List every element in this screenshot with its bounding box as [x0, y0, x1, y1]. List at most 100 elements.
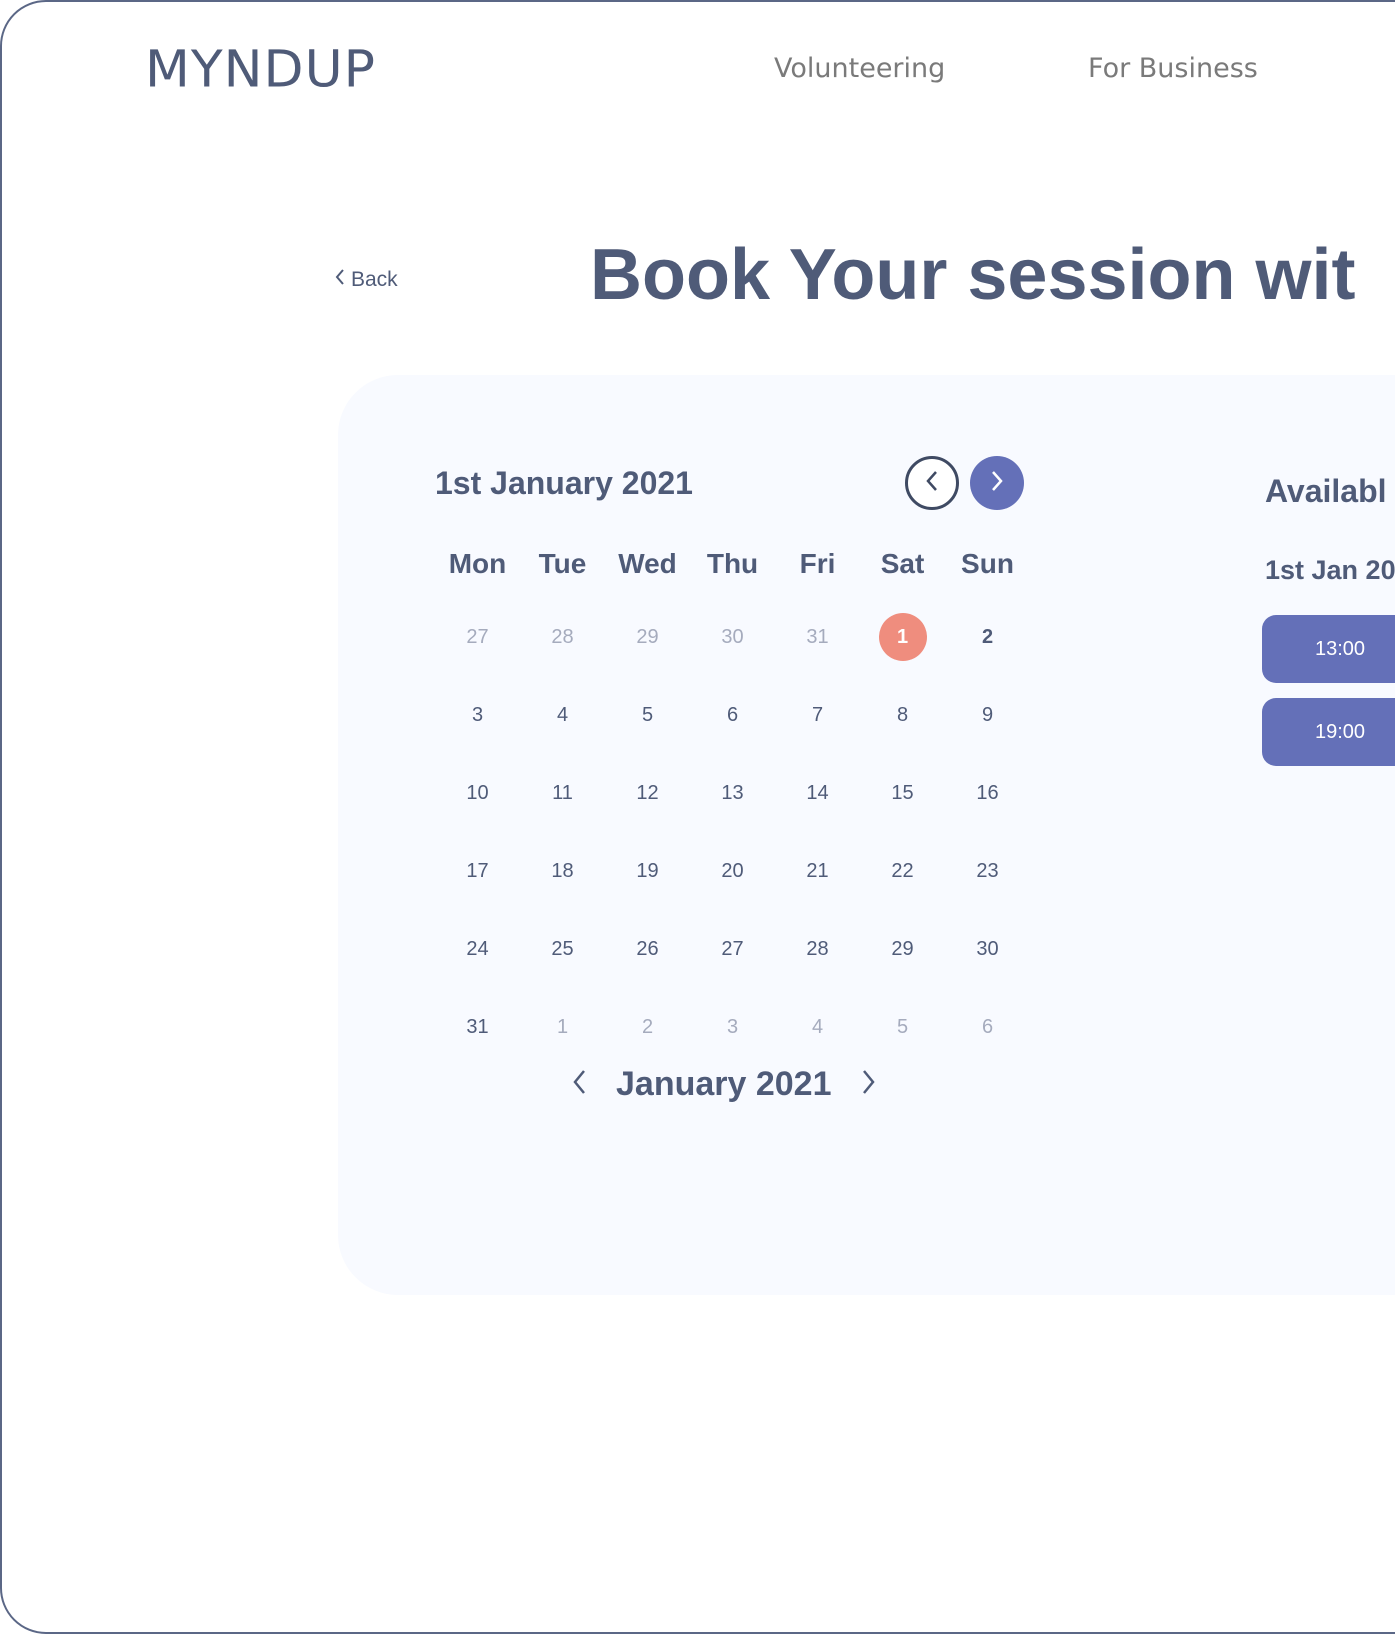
calendar-day[interactable]: 10 — [435, 754, 520, 832]
day-number: 27 — [721, 937, 744, 960]
weekday-label: Wed — [618, 548, 677, 579]
booking-panel: 1st January 2021 Mon Tue Wed Thu Fri Sat… — [338, 375, 1395, 1295]
calendar-day[interactable]: 24 — [435, 910, 520, 988]
calendar-week-row: 3 4 5 6 7 8 9 — [435, 676, 1030, 754]
calendar-day[interactable]: 4 — [520, 676, 605, 754]
calendar-day[interactable]: 12 — [605, 754, 690, 832]
calendar-day[interactable]: 14 — [775, 754, 860, 832]
calendar-day-outside-month[interactable]: 29 — [605, 598, 690, 676]
logo[interactable]: MYNDUP — [145, 41, 376, 100]
day-number: 11 — [552, 781, 573, 804]
calendar-day[interactable]: 27 — [690, 910, 775, 988]
calendar-day-outside-month[interactable]: 30 — [690, 598, 775, 676]
calendar-day[interactable]: 21 — [775, 832, 860, 910]
day-number: 20 — [721, 859, 744, 882]
calendar-day-outside-month[interactable]: 2 — [605, 988, 690, 1066]
day-number: 10 — [466, 781, 489, 804]
day-number: 30 — [721, 625, 744, 648]
calendar-day[interactable]: 9 — [945, 676, 1030, 754]
day-number: 31 — [466, 1015, 489, 1038]
calendar-day[interactable]: 22 — [860, 832, 945, 910]
month-label: January 2021 — [616, 1065, 832, 1103]
next-month-button[interactable] — [856, 1068, 882, 1102]
calendar-day[interactable]: 6 — [690, 676, 775, 754]
calendar-day[interactable]: 25 — [520, 910, 605, 988]
calendar-day[interactable]: 11 — [520, 754, 605, 832]
day-number: 6 — [726, 703, 739, 726]
calendar-day[interactable]: 3 — [435, 676, 520, 754]
calendar-day[interactable]: 15 — [860, 754, 945, 832]
calendar-day[interactable]: 20 — [690, 832, 775, 910]
day-number: 4 — [556, 703, 569, 726]
weekday-label: Fri — [799, 548, 836, 579]
previous-button[interactable] — [905, 456, 959, 510]
day-number: 15 — [891, 781, 914, 804]
calendar-week-row: 27 28 29 30 31 1 2 — [435, 598, 1030, 676]
calendar-day[interactable]: 29 — [860, 910, 945, 988]
calendar-day[interactable]: 26 — [605, 910, 690, 988]
day-number: 27 — [466, 625, 489, 648]
calendar-day-outside-month[interactable]: 3 — [690, 988, 775, 1066]
weekday-label: Tue — [538, 548, 587, 579]
weekday-label: Mon — [448, 548, 507, 579]
calendar-weeks: 27 28 29 30 31 1 2 3 4 5 6 7 8 9 10 11 12 13 14 15 16 17 18 19 2… — [435, 598, 1030, 1066]
calendar-day-selected[interactable]: 1 — [860, 598, 945, 676]
calendar-day[interactable]: 17 — [435, 832, 520, 910]
day-number: 8 — [896, 703, 909, 726]
calendar-day[interactable]: 18 — [520, 832, 605, 910]
day-number: 17 — [466, 859, 489, 882]
calendar-week-row: 24 25 26 27 28 29 30 — [435, 910, 1030, 988]
day-number: 14 — [806, 781, 829, 804]
page-title: Book Your session wit — [590, 235, 1356, 315]
calendar-day[interactable]: 30 — [945, 910, 1030, 988]
day-number: 5 — [641, 703, 654, 726]
day-number: 7 — [811, 703, 824, 726]
calendar-week-row: 10 11 12 13 14 15 16 — [435, 754, 1030, 832]
day-number: 3 — [471, 703, 484, 726]
calendar-day-outside-month[interactable]: 5 — [860, 988, 945, 1066]
availability-title: Availabl — [1265, 473, 1387, 509]
calendar-day[interactable]: 7 — [775, 676, 860, 754]
calendar-day[interactable]: 2 — [945, 598, 1030, 676]
app-frame: MYNDUP Volunteering For Business Back Bo… — [0, 0, 1395, 1634]
day-number: 13 — [721, 781, 744, 804]
chevron-left-icon — [334, 268, 345, 292]
day-number: 6 — [981, 1015, 994, 1038]
calendar-day-outside-month[interactable]: 1 — [520, 988, 605, 1066]
calendar-day-outside-month[interactable]: 28 — [520, 598, 605, 676]
calendar-day[interactable]: 28 — [775, 910, 860, 988]
calendar-day[interactable]: 16 — [945, 754, 1030, 832]
weekday-label: Sun — [961, 548, 1014, 579]
calendar-day[interactable]: 31 — [435, 988, 520, 1066]
weekday-label: Sat — [880, 548, 925, 579]
chevron-left-icon — [572, 1069, 586, 1100]
back-button[interactable]: Back — [334, 268, 398, 292]
availability-date: 1st Jan 20 — [1265, 555, 1395, 585]
calendar-day[interactable]: 8 — [860, 676, 945, 754]
chevron-right-icon — [862, 1069, 876, 1100]
day-number: 31 — [806, 625, 829, 648]
calendar-day-outside-month[interactable]: 4 — [775, 988, 860, 1066]
day-number: 24 — [466, 937, 489, 960]
calendar-day-outside-month[interactable]: 6 — [945, 988, 1030, 1066]
calendar-day-outside-month[interactable]: 31 — [775, 598, 860, 676]
day-number: 28 — [551, 625, 574, 648]
calendar-day[interactable]: 23 — [945, 832, 1030, 910]
time-slot-button[interactable]: 13:00 — [1262, 615, 1395, 683]
month-navigation: January 2021 — [566, 1065, 882, 1104]
calendar-week-row: 17 18 19 20 21 22 23 — [435, 832, 1030, 910]
day-number: 21 — [806, 859, 829, 882]
weekday-label: Thu — [706, 548, 759, 579]
day-number: 2 — [981, 625, 994, 648]
nav-link-for-business[interactable]: For Business — [1088, 53, 1258, 84]
next-button[interactable] — [970, 456, 1024, 510]
calendar-day-outside-month[interactable]: 27 — [435, 598, 520, 676]
previous-month-button[interactable] — [566, 1068, 592, 1102]
nav-link-volunteering[interactable]: Volunteering — [774, 53, 945, 84]
time-slot-button[interactable]: 19:00 — [1262, 698, 1395, 766]
calendar-day[interactable]: 5 — [605, 676, 690, 754]
day-number: 12 — [636, 781, 659, 804]
calendar-day[interactable]: 19 — [605, 832, 690, 910]
calendar-day[interactable]: 13 — [690, 754, 775, 832]
day-number: 19 — [636, 859, 659, 882]
